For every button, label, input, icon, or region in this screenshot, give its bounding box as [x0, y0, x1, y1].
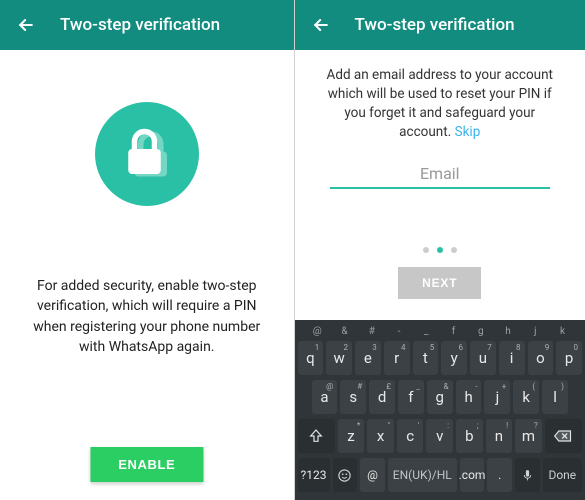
key-o[interactable]: o9	[528, 341, 554, 375]
key-symbols[interactable]: ?123	[298, 458, 330, 492]
keyboard-row-2: a@s#d£f_g&h-j+k(l)	[298, 380, 583, 414]
backspace-icon	[553, 429, 573, 443]
email-input[interactable]: Email	[330, 164, 550, 189]
screen-enable-2sv: Two-step verification For added security…	[0, 0, 295, 500]
key-n[interactable]: n!	[486, 419, 513, 453]
key-j[interactable]: j+	[484, 380, 510, 414]
screen-add-email: Two-step verification Add an email addre…	[295, 0, 585, 500]
keyboard-row-3: z*x"c'v:b;n!m?	[298, 419, 583, 453]
key-t[interactable]: t5	[413, 341, 439, 375]
key-y[interactable]: y6	[441, 341, 467, 375]
step-dot	[437, 247, 443, 253]
enable-button[interactable]: ENABLE	[90, 447, 203, 482]
lock-icon	[117, 124, 177, 184]
back-button[interactable]	[305, 9, 337, 41]
key-v[interactable]: v:	[426, 419, 453, 453]
key-s[interactable]: s#	[340, 380, 366, 414]
key-x[interactable]: x"	[367, 419, 394, 453]
header-title: Two-step verification	[355, 15, 515, 35]
email-placeholder: Email	[330, 164, 550, 187]
shift-icon	[308, 428, 324, 444]
step-dot	[451, 247, 457, 253]
key-space[interactable]: EN(UK)/HL	[388, 458, 457, 492]
key-h[interactable]: h-	[456, 380, 482, 414]
key-z[interactable]: z*	[338, 419, 365, 453]
key-c[interactable]: c'	[397, 419, 424, 453]
mic-icon	[521, 469, 534, 482]
lock-badge	[95, 102, 199, 206]
key-p[interactable]: p0	[556, 341, 582, 375]
emoji-icon	[337, 468, 352, 483]
content-area: For added security, enable two-step veri…	[0, 50, 294, 500]
key-u[interactable]: u7	[470, 341, 496, 375]
key-b[interactable]: b;	[456, 419, 483, 453]
key-i[interactable]: i8	[499, 341, 525, 375]
key-q[interactable]: q1	[298, 341, 324, 375]
instruction-text: Add an email address to your account whi…	[315, 66, 566, 142]
key-f[interactable]: f_	[398, 380, 424, 414]
step-indicator	[423, 247, 457, 253]
key-a[interactable]: a@	[312, 380, 338, 414]
key-r[interactable]: r4	[384, 341, 410, 375]
next-button[interactable]: NEXT	[398, 267, 481, 299]
key-m[interactable]: m?	[515, 419, 542, 453]
key-e[interactable]: e3	[355, 341, 381, 375]
keyboard-row-1: q1w2e3r4t5y6u7i8o9p0	[298, 341, 583, 375]
key-l[interactable]: l)	[542, 380, 568, 414]
key-dotcom[interactable]: .com	[460, 458, 485, 492]
key-w[interactable]: w2	[326, 341, 352, 375]
header-title: Two-step verification	[60, 15, 220, 35]
keyboard-hint-row: @&#-_fghjk	[298, 326, 583, 341]
content-area: Add an email address to your account whi…	[295, 50, 585, 320]
key-mic[interactable]	[515, 458, 540, 492]
keyboard-row-bottom: ?123 @ EN(UK)/HL .com . Done	[298, 458, 583, 492]
key-backspace[interactable]	[545, 419, 582, 453]
key-period[interactable]: .	[487, 458, 512, 492]
key-shift[interactable]	[298, 419, 335, 453]
key-done[interactable]: Done	[543, 458, 582, 492]
step-dot	[423, 247, 429, 253]
key-at[interactable]: @	[360, 458, 385, 492]
app-header: Two-step verification	[295, 0, 585, 50]
soft-keyboard: @&#-_fghjk q1w2e3r4t5y6u7i8o9p0 a@s#d£f_…	[295, 320, 585, 500]
app-header: Two-step verification	[0, 0, 294, 50]
description-text: For added security, enable two-step veri…	[20, 276, 274, 357]
key-emoji[interactable]	[333, 458, 358, 492]
key-d[interactable]: d£	[369, 380, 395, 414]
skip-link[interactable]: Skip	[455, 124, 481, 140]
key-g[interactable]: g&	[427, 380, 453, 414]
back-button[interactable]	[10, 9, 42, 41]
key-k[interactable]: k(	[513, 380, 539, 414]
